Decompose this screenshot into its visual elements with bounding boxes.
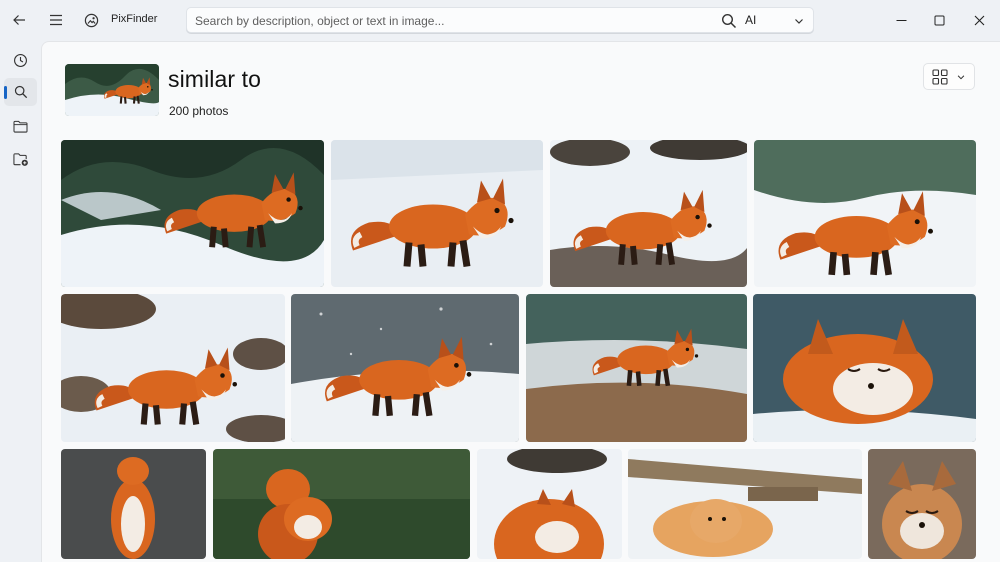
chevron-down-icon — [957, 74, 965, 79]
search-box: AI — [186, 7, 814, 33]
page-title: similar to — [168, 66, 262, 92]
photo-result[interactable] — [754, 140, 976, 287]
search-icon[interactable] — [721, 13, 737, 29]
rail-item-folders[interactable] — [4, 112, 37, 140]
close-icon — [974, 15, 984, 25]
app-title: PixFinder — [111, 13, 158, 25]
grid-view-icon — [932, 68, 948, 85]
photo-result[interactable] — [61, 140, 324, 287]
photo-result[interactable] — [331, 140, 543, 287]
results-panel: similar to 200 photos — [41, 41, 1000, 562]
photo-result[interactable] — [291, 294, 519, 442]
app-logo — [77, 6, 105, 34]
photo-result[interactable] — [526, 294, 747, 442]
arrow-left-icon — [13, 15, 25, 25]
photo-result[interactable] — [753, 294, 976, 442]
photo-result[interactable] — [213, 449, 470, 559]
chevron-down-icon[interactable] — [793, 15, 805, 27]
hamburger-icon — [50, 14, 62, 26]
minimize-button[interactable] — [888, 8, 914, 32]
results-count: 200 photos — [169, 104, 229, 118]
photo-result[interactable] — [628, 449, 862, 559]
search-input[interactable] — [195, 12, 715, 29]
clock-icon — [14, 53, 27, 67]
photo-result[interactable] — [550, 140, 747, 287]
folder-add-icon — [12, 152, 28, 166]
minimize-icon — [896, 19, 906, 21]
search-mode-select[interactable]: AI — [745, 13, 756, 27]
photo-result[interactable] — [61, 449, 206, 559]
photo-result[interactable] — [61, 294, 285, 442]
title-bar: PixFinder AI — [0, 0, 1000, 40]
view-mode-button[interactable] — [923, 63, 975, 90]
folder-icon — [13, 120, 28, 133]
rail-item-search[interactable] — [4, 78, 37, 106]
menu-button[interactable] — [42, 6, 70, 34]
maximize-icon — [934, 15, 944, 25]
query-image-thumbnail[interactable] — [65, 64, 159, 116]
photo-result[interactable] — [477, 449, 622, 559]
app-logo-icon — [84, 13, 98, 27]
navigation-rail — [0, 40, 40, 562]
maximize-button[interactable] — [926, 8, 952, 32]
rail-item-recent[interactable] — [4, 46, 37, 74]
rail-item-add-folder[interactable] — [4, 145, 37, 173]
search-icon — [14, 85, 27, 99]
close-button[interactable] — [966, 8, 992, 32]
photo-result[interactable] — [868, 449, 976, 559]
back-button[interactable] — [5, 6, 33, 34]
